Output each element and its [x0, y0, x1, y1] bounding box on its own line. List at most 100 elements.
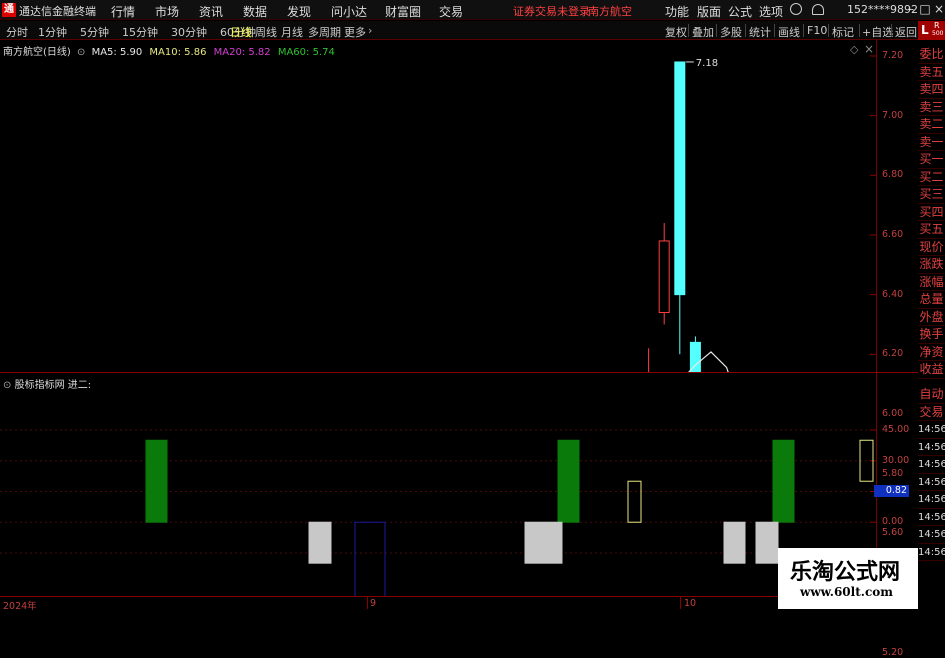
- quote-field-label[interactable]: 买二: [918, 169, 945, 186]
- candle-body: [689, 341, 701, 372]
- menu-trade[interactable]: 交易: [439, 3, 463, 20]
- candle-body: [674, 61, 686, 296]
- quote-field-label[interactable]: 净资: [918, 344, 945, 361]
- quote-field-label[interactable]: 买三: [918, 186, 945, 204]
- side-header: L R 500: [918, 21, 945, 40]
- price-tick: 5.80: [882, 467, 904, 479]
- quote-field-label[interactable]: 换手: [918, 326, 945, 344]
- indicator-bar: [723, 521, 746, 564]
- quote-field-label[interactable]: 卖一: [918, 134, 945, 151]
- high-price-label: 7.18: [696, 58, 718, 69]
- indicator-bar: [755, 521, 779, 564]
- quote-field-label[interactable]: 涨幅: [918, 274, 945, 291]
- quote-field-label[interactable]: 卖三: [918, 99, 945, 116]
- quote-field-label[interactable]: 外盘: [918, 309, 945, 326]
- statistics-button[interactable]: 统计: [749, 24, 771, 40]
- tick-time: 14:56: [918, 456, 945, 474]
- menu-formula[interactable]: 公式: [728, 3, 752, 20]
- quote-field-label[interactable]: 买五: [918, 221, 945, 239]
- multi-stock-button[interactable]: 多股: [720, 24, 742, 40]
- period-5min[interactable]: 5分钟: [80, 24, 109, 40]
- app-logo-icon: 通: [2, 3, 16, 17]
- indicator-bar: [772, 439, 795, 523]
- tick-time: 14:56: [918, 544, 945, 561]
- f10-button[interactable]: F10: [807, 24, 827, 37]
- menu-market[interactable]: 市场: [155, 3, 179, 20]
- indicator-bar: [354, 521, 386, 596]
- price-tick: 6.00: [882, 407, 904, 419]
- menu-wealth[interactable]: 财富圈: [385, 3, 421, 20]
- restore-rights-button[interactable]: 复权: [665, 24, 687, 40]
- period-daily[interactable]: 日线: [230, 24, 252, 40]
- quote-field-label[interactable]: 委比: [918, 46, 945, 64]
- menu-quotes[interactable]: 行情: [111, 3, 135, 20]
- indicator-chart[interactable]: [0, 373, 876, 596]
- candle-body: [658, 240, 670, 314]
- tick-time: 14:56: [918, 491, 945, 509]
- menu-news[interactable]: 资讯: [199, 3, 223, 20]
- period-multi[interactable]: 多周期: [308, 24, 341, 40]
- period-intraday[interactable]: 分时: [6, 24, 28, 40]
- draw-line-button[interactable]: 画线: [778, 24, 800, 40]
- quote-field-label[interactable]: 卖二: [918, 116, 945, 134]
- price-tick: 6.40: [882, 288, 904, 300]
- quote-field-label[interactable]: 买一: [918, 151, 945, 169]
- price-axis-line: [876, 40, 877, 595]
- mark-button[interactable]: 标记: [832, 24, 854, 40]
- quote-field-label[interactable]: 卖四: [918, 81, 945, 99]
- x-label-sep: 9: [370, 598, 377, 609]
- candlestick-chart[interactable]: 7.185.18: [0, 40, 876, 372]
- menu-discover[interactable]: 发现: [287, 3, 311, 20]
- menu-ask[interactable]: 问小达: [331, 3, 367, 20]
- indicator-bar: [308, 521, 332, 564]
- period-15min[interactable]: 15分钟: [122, 24, 158, 40]
- period-monthly[interactable]: 月线: [281, 24, 303, 40]
- watermark-title: 乐淘公式网: [790, 559, 901, 585]
- x-label-year: 2024年: [3, 601, 37, 612]
- indicator-tick: 0.00: [882, 516, 904, 528]
- price-tick: 5.20: [882, 646, 904, 658]
- menu-function[interactable]: 功能: [665, 3, 689, 20]
- close-button[interactable]: ×: [931, 2, 945, 17]
- menu-layout[interactable]: 版面: [697, 3, 721, 20]
- price-tick: 6.20: [882, 348, 904, 360]
- quote-field-label[interactable]: 现价: [918, 239, 945, 256]
- app-title: 通达信金融终端: [19, 5, 96, 18]
- period-30min[interactable]: 30分钟: [171, 24, 207, 40]
- tick-time: 14:56: [918, 474, 945, 491]
- trade-login-status[interactable]: 证券交易未登录: [513, 3, 590, 19]
- trade-side-panel: 自动 交易 14:56 14:56 14:56 14:56 14:56 14:56 14:56 1…: [918, 386, 945, 561]
- price-tick: 7.00: [882, 109, 904, 121]
- current-indicator-value: 0.82: [874, 485, 909, 497]
- quote-field-label[interactable]: 涨跌: [918, 256, 945, 274]
- user-icon[interactable]: [812, 4, 824, 15]
- quote-field-label[interactable]: 总量: [918, 291, 945, 309]
- ma5-line: [688, 351, 729, 372]
- message-icon[interactable]: [790, 3, 802, 15]
- indicator-bar: [145, 439, 168, 523]
- indicator-bar: [524, 521, 563, 564]
- period-weekly[interactable]: 周线: [255, 24, 277, 40]
- auto-trade-label: 自动: [918, 386, 945, 404]
- quote-field-label[interactable]: 卖五: [918, 64, 945, 81]
- add-watchlist-button[interactable]: +自选: [862, 24, 893, 40]
- menu-bar: 通 通达信金融终端 行情 市场 资讯 数据 发现 问小达 财富圈 交易 证券交易…: [0, 0, 945, 20]
- x-label-oct: 10: [684, 598, 697, 609]
- period-more[interactable]: 更多: [344, 24, 366, 40]
- quote-field-label[interactable]: 收益: [918, 361, 945, 379]
- tick-time: 14:56: [918, 421, 945, 439]
- menu-options[interactable]: 选项: [759, 3, 783, 20]
- menu-data[interactable]: 数据: [243, 3, 267, 20]
- quote-field-label[interactable]: 买四: [918, 204, 945, 221]
- tick-time: 14:56: [918, 439, 945, 456]
- back-button[interactable]: 返回: [895, 24, 917, 40]
- period-1min[interactable]: 1分钟: [38, 24, 67, 40]
- price-tick: 7.20: [882, 50, 904, 61]
- more-chevron-icon[interactable]: ›: [368, 24, 372, 37]
- indicator-bar: [557, 439, 580, 523]
- current-stock-name: 南方航空: [588, 5, 632, 18]
- watermark-url: www.60lt.com: [800, 585, 893, 599]
- price-tick: 6.80: [882, 169, 904, 181]
- overlay-button[interactable]: 叠加: [692, 24, 714, 40]
- auto-trade-label: 交易: [918, 404, 945, 421]
